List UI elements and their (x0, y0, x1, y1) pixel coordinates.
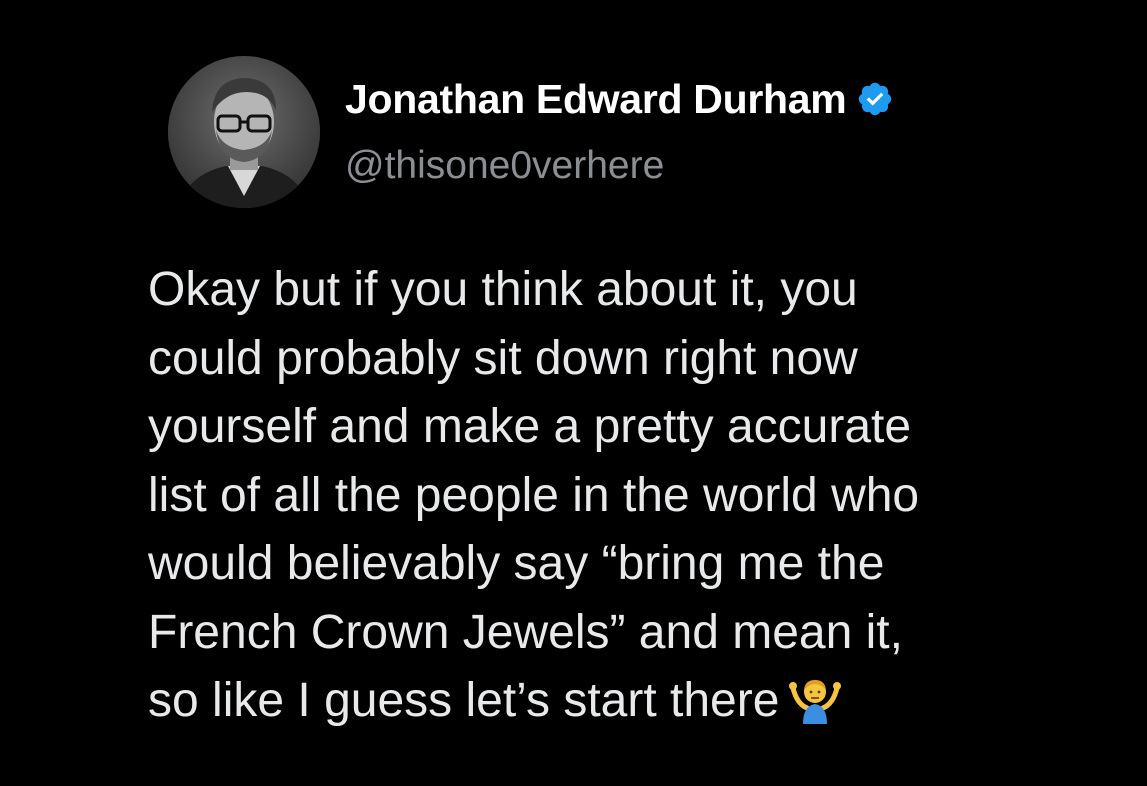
tweet-body: Okay but if you think about it, you coul… (148, 256, 1123, 736)
verified-badge-icon (856, 80, 894, 118)
avatar-portrait-icon (168, 56, 320, 208)
tweet-line: French Crown Jewels” and mean it, (148, 605, 903, 659)
tweet-line: list of all the people in the world who (148, 468, 920, 522)
tweet-line: would believably say “bring me the (148, 537, 885, 590)
tweet-line: Okay but if you think about it, you (148, 263, 858, 316)
profile-avatar[interactable] (168, 56, 320, 208)
display-name[interactable]: Jonathan Edward Durham (345, 74, 847, 124)
user-handle[interactable]: @thisone0verhere (345, 142, 664, 190)
tweet-last-line: so like I guess let’s start there (148, 667, 1123, 736)
tweet-line: yourself and make a pretty accurate (148, 400, 912, 453)
person-shrugging-emoji-icon (789, 674, 842, 724)
tweet-line: could probably sit down right now (148, 331, 858, 385)
display-name-row: Jonathan Edward Durham (345, 74, 894, 124)
tweet-card: Jonathan Edward Durham @thisone0verhere … (0, 0, 1147, 786)
tweet-line-text: so like I guess let’s start there (148, 674, 780, 727)
